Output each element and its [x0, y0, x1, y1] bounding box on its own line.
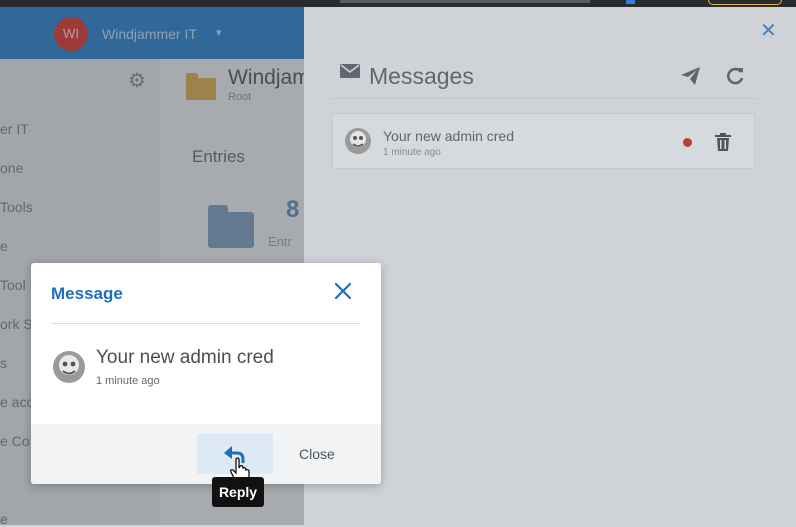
browser-top-strip	[0, 0, 796, 7]
messages-title: Messages	[369, 63, 474, 89]
send-icon[interactable]	[681, 67, 700, 85]
extension-icon	[626, 0, 635, 4]
sender-avatar	[345, 128, 371, 154]
message-dialog: Message Your new admin cred 1 minute ago…	[31, 263, 381, 484]
unread-indicator	[683, 138, 692, 147]
top-pill-button-edge	[708, 0, 782, 5]
message-subject: Your new admin cred	[383, 128, 515, 144]
close-icon[interactable]: ✕	[760, 18, 777, 43]
dialog-subject: Your new admin cred	[96, 347, 274, 368]
trash-icon[interactable]	[715, 133, 731, 151]
envelope-icon	[340, 64, 360, 78]
sender-avatar	[53, 351, 85, 383]
message-time: 1 minute ago	[383, 147, 441, 158]
panel-divider	[332, 98, 756, 99]
refresh-icon[interactable]	[725, 66, 745, 86]
address-bar-edge	[340, 0, 590, 3]
dialog-title: Message	[51, 284, 123, 303]
dialog-time: 1 minute ago	[96, 375, 160, 387]
close-icon[interactable]	[333, 281, 353, 301]
reply-tooltip: Reply	[212, 477, 264, 507]
dialog-footer: Close	[31, 424, 381, 484]
close-button[interactable]: Close	[299, 446, 335, 462]
dialog-divider	[51, 323, 361, 324]
